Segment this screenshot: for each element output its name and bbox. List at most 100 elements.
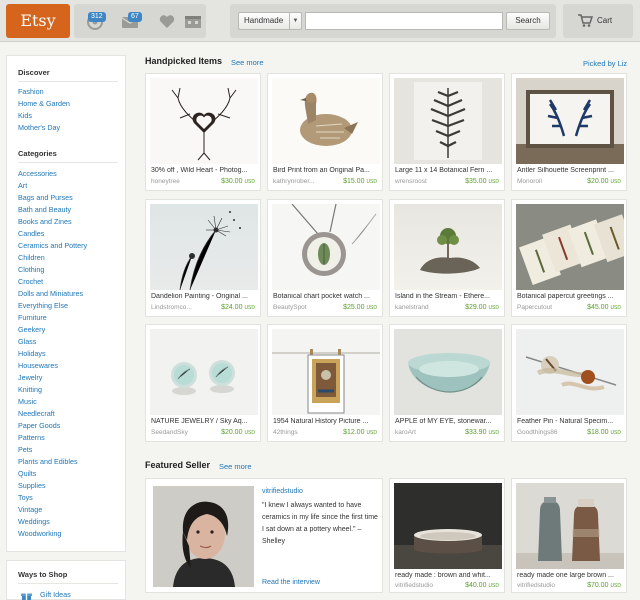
categories-heading: Categories	[18, 149, 57, 158]
sidebar-item-vintage[interactable]: Vintage	[18, 504, 87, 516]
sidebar-item-art[interactable]: Art	[18, 180, 87, 192]
sidebar-item-dolls-miniatures[interactable]: Dolls and Miniatures	[18, 288, 87, 300]
listing-card[interactable]: Feather Pin - Natural Specim... Goodthin…	[511, 324, 627, 442]
read-interview-link[interactable]: Read the interview	[262, 579, 320, 586]
listing-shop[interactable]: karoArt	[395, 429, 416, 436]
search-input[interactable]	[305, 12, 503, 30]
sidebar-item-jewelry[interactable]: Jewelry	[18, 372, 87, 384]
sidebar-item-supplies[interactable]: Supplies	[18, 480, 87, 492]
sidebar-item-holidays[interactable]: Holidays	[18, 348, 87, 360]
listing-card[interactable]: Botanical papercut greetings ... Papercu…	[511, 199, 627, 317]
sidebar-item-candles[interactable]: Candles	[18, 228, 87, 240]
sidebar-item-toys[interactable]: Toys	[18, 492, 87, 504]
listing-shop[interactable]: wrensroost	[395, 178, 427, 185]
sidebar-item-geekery[interactable]: Geekery	[18, 324, 87, 336]
sidebar-item-needlecraft[interactable]: Needlecraft	[18, 408, 87, 420]
listing-shop[interactable]: 42things	[273, 429, 298, 436]
search-category-select[interactable]: Handmade ▼	[238, 12, 302, 30]
listing-shop[interactable]: vitrifiedstudio	[517, 582, 555, 589]
listing-price: $15.00 USD	[343, 178, 377, 185]
sidebar-item-books-zines[interactable]: Books and Zines	[18, 216, 87, 228]
listing-shop[interactable]: Papercutout	[517, 304, 552, 311]
listing-card[interactable]: Bird Print from an Original Pa... kathry…	[267, 73, 383, 191]
listing-image	[516, 204, 624, 290]
listing-image	[150, 204, 258, 290]
listing-title: Bird Print from an Original Pa...	[273, 167, 370, 174]
listing-shop[interactable]: BeautySpot	[273, 304, 307, 311]
gift-icon	[21, 589, 32, 600]
listing-card[interactable]: 1954 Natural History Picture ... 42thing…	[267, 324, 383, 442]
featured-see-more-link[interactable]: See more	[219, 462, 252, 471]
etsy-logo[interactable]: Etsy	[6, 4, 70, 38]
listing-shop[interactable]: kathrynrober...	[273, 178, 315, 185]
featured-listing-card[interactable]: ready made one large brown ... vitrified…	[511, 478, 627, 593]
ways-to-shop-panel: Ways to Shop Gift Ideas	[6, 560, 126, 600]
sidebar-item-paper-goods[interactable]: Paper Goods	[18, 420, 87, 432]
listing-card[interactable]: NATURE JEWELRY / Sky Aq... SeedandSky $2…	[145, 324, 261, 442]
listing-price: $30.00 USD	[221, 178, 255, 185]
listing-card[interactable]: Large 11 x 14 Botanical Fern ... wrensro…	[389, 73, 505, 191]
seller-photo[interactable]	[153, 486, 254, 587]
listing-title: 30% off , Wild Heart - Photog...	[151, 167, 248, 174]
sidebar-item-quilts[interactable]: Quilts	[18, 468, 87, 480]
cart-icon	[577, 12, 594, 33]
listing-image	[150, 78, 258, 164]
handpicked-see-more-link[interactable]: See more	[231, 58, 264, 67]
sidebar-item-kids[interactable]: Kids	[18, 110, 70, 122]
sidebar-item-crochet[interactable]: Crochet	[18, 276, 87, 288]
listing-shop[interactable]: Lindstromco...	[151, 304, 192, 311]
sidebar-item-ceramics-pottery[interactable]: Ceramics and Pottery	[18, 240, 87, 252]
divider	[18, 162, 118, 163]
listing-shop[interactable]: Monoroll	[517, 178, 542, 185]
sidebar-item-everything-else[interactable]: Everything Else	[18, 300, 87, 312]
listing-shop[interactable]: SeedandSky	[151, 429, 188, 436]
sidebar-item-plants-edibles[interactable]: Plants and Edibles	[18, 456, 87, 468]
listing-shop[interactable]: kanelstrand	[395, 304, 429, 311]
sidebar-item-knitting[interactable]: Knitting	[18, 384, 87, 396]
sidebar-item-gift-ideas[interactable]: Gift Ideas	[40, 590, 71, 599]
listing-price: $33.90 USD	[465, 429, 499, 436]
listing-shop[interactable]: honeytree	[151, 178, 180, 185]
sidebar-item-weddings[interactable]: Weddings	[18, 516, 87, 528]
listing-shop[interactable]: Goodthings86	[517, 429, 557, 436]
sidebar-item-music[interactable]: Music	[18, 396, 87, 408]
discover-heading: Discover	[18, 68, 50, 77]
listing-card[interactable]: Botanical chart pocket watch ... BeautyS…	[267, 199, 383, 317]
sidebar-item-clothing[interactable]: Clothing	[18, 264, 87, 276]
sidebar-item-bags-purses[interactable]: Bags and Purses	[18, 192, 87, 204]
sidebar-item-woodworking[interactable]: Woodworking	[18, 528, 87, 540]
listing-card[interactable]: Island in the Stream - Ethere... kanelst…	[389, 199, 505, 317]
listing-shop[interactable]: vitrifiedstudio	[395, 582, 433, 589]
shop-storefront-icon[interactable]	[182, 10, 204, 32]
picked-by-link[interactable]: Picked by Liz	[583, 59, 627, 68]
sidebar-item-bath-beauty[interactable]: Bath and Beauty	[18, 204, 87, 216]
featured-listing-card[interactable]: ready made : brown and whit... vitrified…	[389, 478, 505, 593]
listing-price: $40.00 USD	[465, 582, 499, 589]
seller-name-link[interactable]: vitrifiedstudio	[262, 488, 303, 495]
listing-price: $25.00 USD	[343, 304, 377, 311]
sidebar-item-pets[interactable]: Pets	[18, 444, 87, 456]
listing-card[interactable]: APPLE of MY EYE, stonewar... karoArt $33…	[389, 324, 505, 442]
sidebar-item-children[interactable]: Children	[18, 252, 87, 264]
listing-title: ready made : brown and whit...	[395, 572, 491, 579]
sidebar-item-accessories[interactable]: Accessories	[18, 168, 87, 180]
listing-card[interactable]: Dandelion Painting - Original ... Lindst…	[145, 199, 261, 317]
listing-price: $45.00 USD	[587, 304, 621, 311]
sidebar-item-glass[interactable]: Glass	[18, 336, 87, 348]
search-button[interactable]: Search	[506, 12, 550, 30]
cart-label: Cart	[597, 16, 613, 25]
sidebar-item-furniture[interactable]: Furniture	[18, 312, 87, 324]
search-bar: Handmade ▼ Search	[230, 4, 556, 38]
listing-card[interactable]: 30% off , Wild Heart - Photog... honeytr…	[145, 73, 261, 191]
header-icon-group: 312 67	[74, 4, 206, 38]
sidebar-item-home-garden[interactable]: Home & Garden	[18, 98, 70, 110]
listing-card[interactable]: Antler Silhouette Screenprint ... Monoro…	[511, 73, 627, 191]
featured-seller-card: vitrifiedstudio "I knew I always wanted …	[145, 478, 383, 593]
cart-button[interactable]: Cart	[563, 4, 633, 38]
listing-image	[394, 483, 502, 569]
sidebar-item-mothers-day[interactable]: Mother's Day	[18, 122, 70, 134]
sidebar-item-housewares[interactable]: Housewares	[18, 360, 87, 372]
favorites-heart-icon[interactable]	[156, 10, 178, 32]
sidebar-item-patterns[interactable]: Patterns	[18, 432, 87, 444]
sidebar-item-fashion[interactable]: Fashion	[18, 86, 70, 98]
